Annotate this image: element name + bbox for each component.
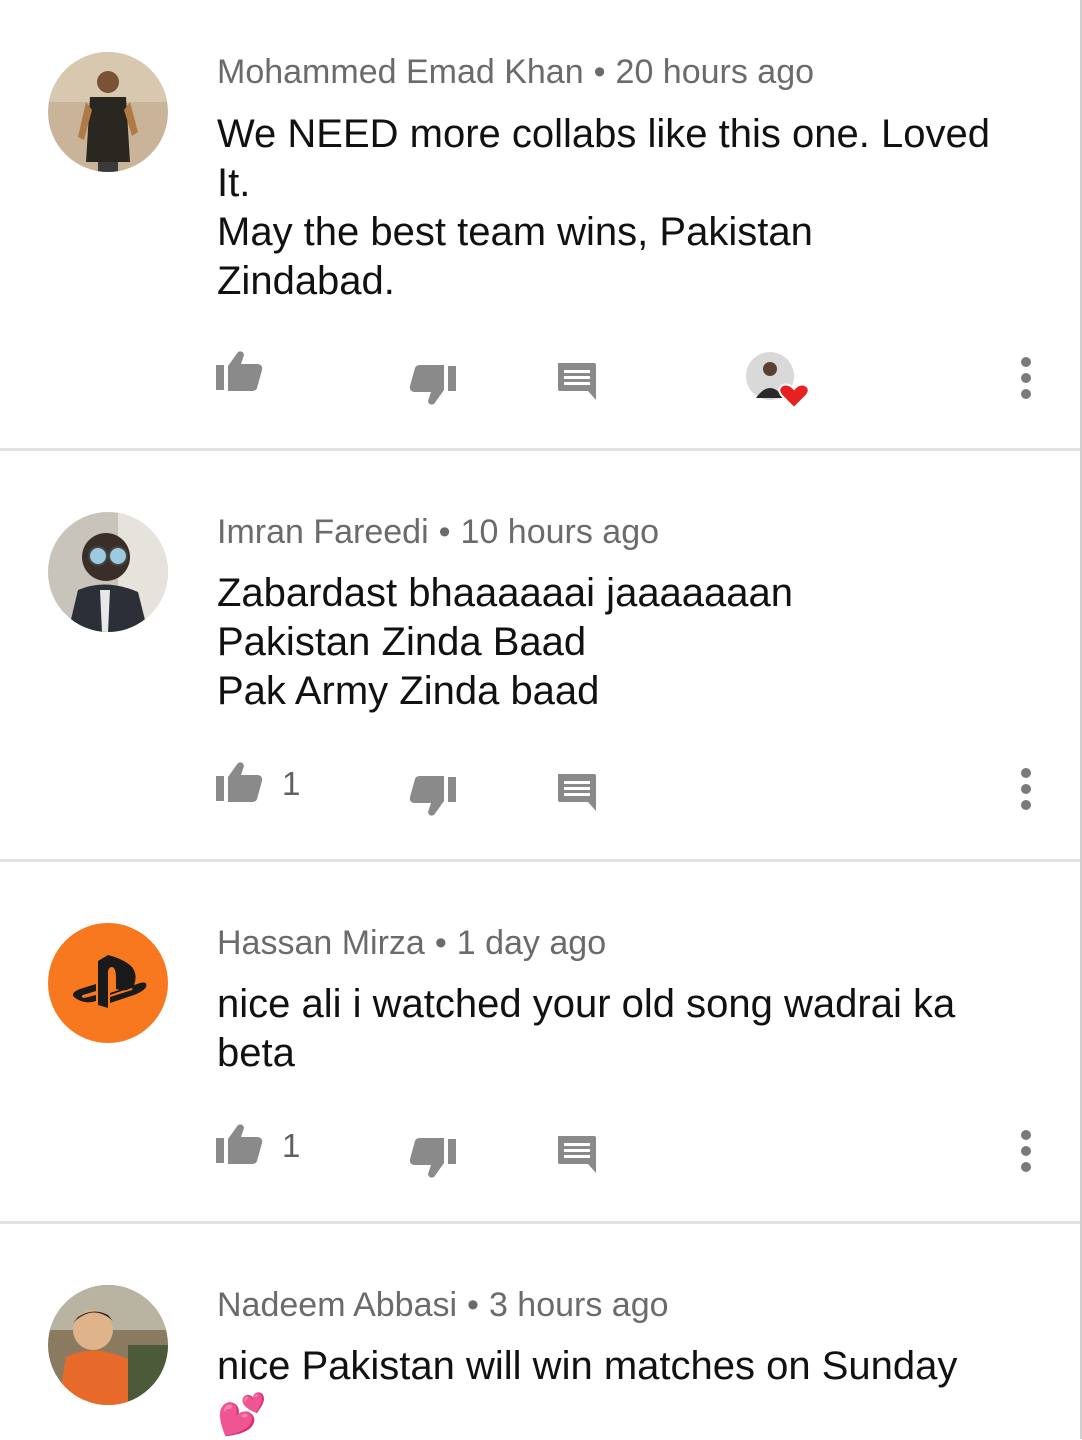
more-vert-icon	[1018, 767, 1034, 811]
comment-line: May the best team wins, Pakistan	[217, 210, 813, 254]
like-button[interactable]	[216, 1123, 264, 1165]
separator-dot: •	[467, 1286, 479, 1324]
dislike-button[interactable]	[408, 1137, 456, 1179]
divider	[0, 448, 1080, 451]
author-name[interactable]: Nadeem Abbasi	[217, 1286, 457, 1324]
timestamp[interactable]: 20 hours ago	[616, 53, 815, 91]
reply-icon	[555, 771, 597, 813]
more-options-button[interactable]	[1018, 1129, 1034, 1173]
reply-icon	[555, 360, 597, 402]
divider	[0, 859, 1080, 862]
comment-text: We NEED more collabs like this one. Love…	[217, 110, 1037, 306]
heart-icon	[778, 383, 810, 410]
comment-text: nice Pakistan will win matches on Sunday…	[217, 1342, 1037, 1440]
thumb-up-icon	[216, 761, 264, 803]
two-hearts-emoji: 💕	[217, 1393, 267, 1437]
comment-line: nice Pakistan will win matches on Sunday	[217, 1344, 958, 1388]
comment-line: Zabardast bhaaaaaai jaaaaaaan	[217, 571, 794, 615]
more-options-button[interactable]	[1018, 356, 1034, 400]
avatar[interactable]	[48, 52, 168, 172]
reply-button[interactable]	[555, 360, 597, 402]
thumb-down-icon	[408, 1137, 456, 1179]
comment-line: Zindabad.	[217, 259, 395, 303]
comment-meta: Nadeem Abbasi • 3 hours ago	[217, 1286, 669, 1325]
timestamp[interactable]: 3 hours ago	[489, 1286, 669, 1324]
reply-button[interactable]	[555, 771, 597, 813]
author-name[interactable]: Imran Fareedi	[217, 513, 429, 551]
divider	[0, 1221, 1080, 1224]
more-vert-icon	[1018, 356, 1034, 400]
comment-line: nice ali i watched your old song wadrai …	[217, 982, 956, 1026]
more-options-button[interactable]	[1018, 767, 1034, 811]
comment-line: Pakistan Zinda Baad	[217, 620, 587, 664]
creator-heart-badge	[746, 352, 810, 412]
comment-text: nice ali i watched your old song wadrai …	[217, 980, 1037, 1078]
thumb-up-icon	[216, 350, 264, 392]
like-count: 1	[282, 1127, 301, 1164]
timestamp[interactable]: 10 hours ago	[461, 513, 660, 551]
avatar[interactable]	[48, 1285, 168, 1405]
dislike-button[interactable]	[408, 775, 456, 817]
separator-dot: •	[593, 53, 606, 91]
comments-feed: Mohammed Emad Khan • 20 hours ago We NEED …	[0, 0, 1080, 1439]
reply-icon	[555, 1133, 597, 1175]
comment-meta: Imran Fareedi • 10 hours ago	[217, 513, 659, 552]
more-vert-icon	[1018, 1129, 1034, 1173]
dislike-button[interactable]	[408, 364, 456, 406]
comment-meta: Hassan Mirza • 1 day ago	[217, 924, 606, 963]
comment-line: We NEED more collabs like this one. Love…	[217, 112, 990, 156]
separator-dot: •	[434, 924, 447, 962]
like-button[interactable]	[216, 761, 264, 803]
thumb-down-icon	[408, 364, 456, 406]
timestamp[interactable]: 1 day ago	[457, 924, 606, 962]
comment-line: beta	[217, 1031, 295, 1075]
thumb-down-icon	[408, 775, 456, 817]
like-count: 1	[282, 765, 301, 802]
avatar[interactable]	[48, 923, 168, 1043]
like-button[interactable]	[216, 350, 264, 392]
avatar[interactable]	[48, 512, 168, 632]
comment-line: It.	[217, 161, 251, 205]
comment-text: Zabardast bhaaaaaai jaaaaaaan Pakistan Z…	[217, 569, 1037, 716]
author-name[interactable]: Mohammed Emad Khan	[217, 53, 584, 91]
thumb-up-icon	[216, 1123, 264, 1165]
separator-dot: •	[438, 513, 451, 551]
comment-meta: Mohammed Emad Khan • 20 hours ago	[217, 53, 814, 92]
comment-line: Pak Army Zinda baad	[217, 669, 600, 713]
reply-button[interactable]	[555, 1133, 597, 1175]
author-name[interactable]: Hassan Mirza	[217, 924, 425, 962]
